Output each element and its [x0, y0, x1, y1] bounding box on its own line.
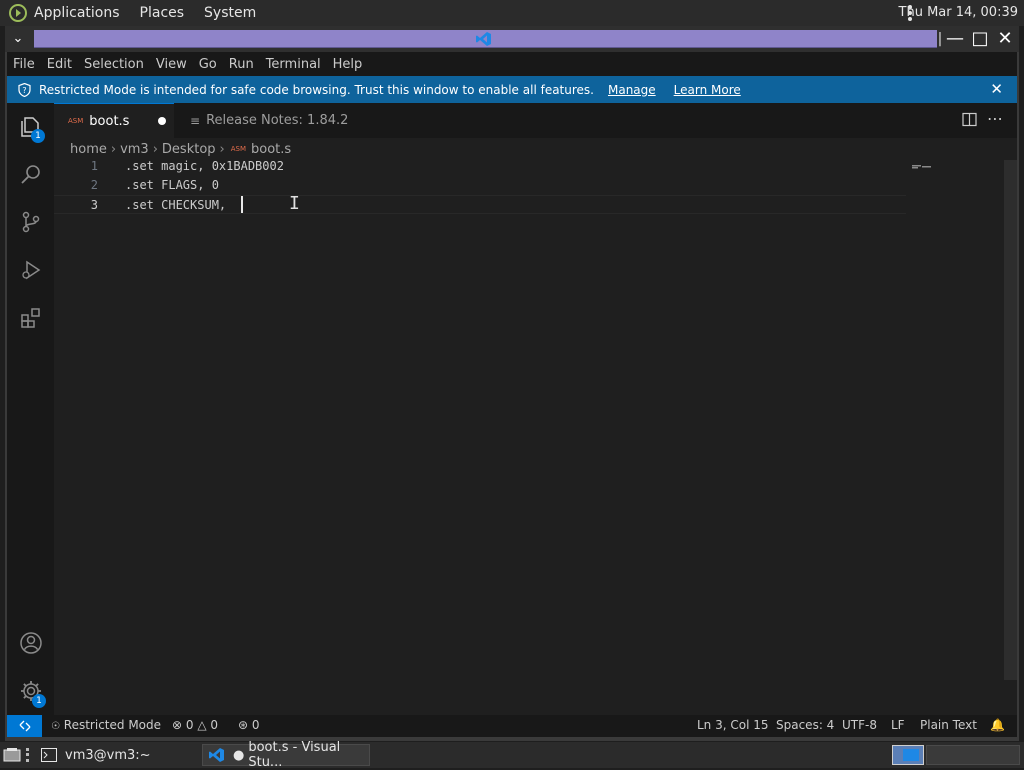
code-text[interactable]: .set CHECKSUM, [125, 196, 226, 215]
manage-link[interactable]: Manage [608, 83, 656, 97]
menu-file[interactable]: File [7, 57, 41, 72]
terminal-icon [41, 748, 57, 762]
accounts-icon[interactable] [7, 621, 54, 665]
error-icon: ⊗ [172, 718, 183, 732]
notifications-bell-icon[interactable]: 🔔 [990, 718, 1005, 732]
task-vscode[interactable]: ● boot.s - Visual Stu... [202, 740, 370, 770]
source-control-icon[interactable] [7, 200, 54, 244]
code-line[interactable]: 2 .set FLAGS, 0 [54, 176, 906, 195]
run-debug-icon[interactable] [7, 248, 54, 292]
restricted-mode-status[interactable]: ☉ Restricted Mode [51, 718, 161, 732]
explorer-icon[interactable]: 1 [7, 105, 54, 149]
task-label: boot.s - Visual Stu... [248, 740, 341, 770]
code-text[interactable]: .set magic, 0x1BADB002 [125, 157, 284, 176]
shield-icon: ? [18, 82, 31, 97]
activity-bar: 1 1 [7, 103, 54, 715]
task-terminal[interactable]: vm3@vm3:~ [34, 744, 194, 766]
workspace-switcher[interactable] [892, 745, 924, 765]
asm-file-icon: ASM [68, 117, 84, 125]
breadcrumb: home › vm3 › Desktop › ASM boot.s [70, 141, 291, 157]
line-number: 2 [90, 178, 98, 192]
show-desktop-icon[interactable] [3, 747, 21, 763]
ibeam-cursor-icon: I [289, 193, 300, 214]
taskbar-grip-icon [26, 748, 29, 762]
top-panel: Applications Places System Thu Mar 14, 0… [0, 0, 1024, 26]
minimap[interactable] [912, 159, 932, 169]
menubar: File Edit Selection View Go Run Terminal… [7, 52, 1017, 76]
maximize-icon[interactable]: □ [970, 29, 990, 49]
places-menu[interactable]: Places [140, 5, 185, 21]
tab-bar: ASM boot.s ≡ Release Notes: 1.84.2 ⋯ [54, 103, 1017, 138]
window-titlebar[interactable]: ⌄ | — □ ✕ [5, 26, 1019, 52]
menu-view[interactable]: View [150, 57, 193, 72]
vscode-logo-icon [209, 747, 225, 763]
shield-icon: ☉ [51, 721, 60, 732]
line-number: 1 [90, 159, 98, 173]
code-text[interactable]: .set FLAGS, 0 [125, 176, 219, 195]
text-cursor [241, 196, 243, 213]
tab-label: Release Notes: 1.84.2 [206, 113, 349, 128]
more-actions-icon[interactable]: ⋯ [987, 109, 1003, 128]
menu-terminal[interactable]: Terminal [260, 57, 327, 72]
breadcrumb-file[interactable]: boot.s [251, 142, 291, 157]
editor-area[interactable] [54, 138, 1017, 715]
unsaved-dot-icon[interactable] [158, 117, 166, 125]
workspace-empty[interactable] [926, 745, 1020, 765]
workspace-window-thumb [903, 749, 919, 761]
tab-label: boot.s [89, 113, 130, 129]
problems-status[interactable]: ⊗ 0 △ 0 [172, 718, 218, 732]
learn-more-link[interactable]: Learn More [674, 83, 741, 97]
chevron-right-icon: › [152, 141, 158, 157]
code-line[interactable]: 1 .set magic, 0x1BADB002 [54, 157, 906, 176]
line-number: 3 [90, 198, 98, 212]
close-window-icon[interactable]: ✕ [995, 29, 1015, 49]
vertical-scrollbar[interactable] [1004, 160, 1017, 680]
restricted-mode-banner: ? Restricted Mode is intended for safe c… [7, 76, 1017, 103]
chevron-right-icon: › [219, 141, 225, 157]
breadcrumb-vm3[interactable]: vm3 [120, 142, 149, 157]
encoding[interactable]: UTF-8 [842, 718, 877, 732]
cursor-position[interactable]: Ln 3, Col 15 [697, 718, 769, 732]
breadcrumb-desktop[interactable]: Desktop [162, 142, 216, 157]
task-label: vm3@vm3:~ [65, 747, 151, 763]
ports-icon: ⊛ [238, 718, 249, 732]
menu-edit[interactable]: Edit [41, 57, 78, 72]
menu-selection[interactable]: Selection [78, 57, 150, 72]
settings-gear-icon[interactable]: 1 [7, 669, 54, 713]
asm-file-icon: ASM [230, 145, 247, 153]
chevron-right-icon: › [110, 141, 117, 157]
remote-icon[interactable] [7, 715, 42, 737]
code-line-active[interactable]: 3 .set CHECKSUM, [54, 195, 906, 214]
menu-go[interactable]: Go [193, 57, 223, 72]
status-bar: ☉ Restricted Mode ⊗ 0 △ 0 ⊛ 0 Ln 3, Col … [7, 715, 1017, 737]
release-notes-icon: ≡ [190, 113, 201, 128]
ports-status[interactable]: ⊛ 0 [238, 718, 260, 732]
vscode-logo-icon [476, 31, 492, 47]
taskbar: vm3@vm3:~ ● boot.s - Visual Stu... [0, 740, 1024, 770]
language-mode[interactable]: Plain Text [920, 718, 977, 732]
warning-icon: △ [197, 718, 207, 732]
close-banner-icon[interactable]: ✕ [990, 80, 1003, 98]
system-menu[interactable]: System [204, 5, 256, 21]
indentation[interactable]: Spaces: 4 [776, 718, 834, 732]
split-editor-icon[interactable] [962, 112, 977, 127]
applications-menu[interactable]: Applications [34, 5, 120, 21]
banner-text: Restricted Mode is intended for safe cod… [39, 82, 594, 97]
window-menu-chevron-icon[interactable]: ⌄ [8, 29, 28, 49]
search-icon[interactable] [7, 152, 54, 196]
minimize-icon[interactable]: — [945, 29, 965, 49]
gnome-logo-icon[interactable] [8, 3, 28, 23]
tab-release-notes[interactable]: ≡ Release Notes: 1.84.2 [176, 103, 352, 138]
clock[interactable]: Thu Mar 14, 00:39 [899, 5, 1018, 20]
settings-badge: 1 [32, 694, 46, 708]
extensions-icon[interactable] [7, 296, 54, 340]
unsaved-dot: ● [233, 747, 245, 763]
explorer-badge: 1 [31, 129, 45, 143]
menu-help[interactable]: Help [327, 57, 369, 72]
svg-text:?: ? [22, 86, 26, 95]
breadcrumb-home[interactable]: home [70, 142, 107, 157]
menu-run[interactable]: Run [223, 57, 260, 72]
end-of-line[interactable]: LF [891, 718, 905, 732]
tab-boot-s[interactable]: ASM boot.s [54, 103, 174, 138]
